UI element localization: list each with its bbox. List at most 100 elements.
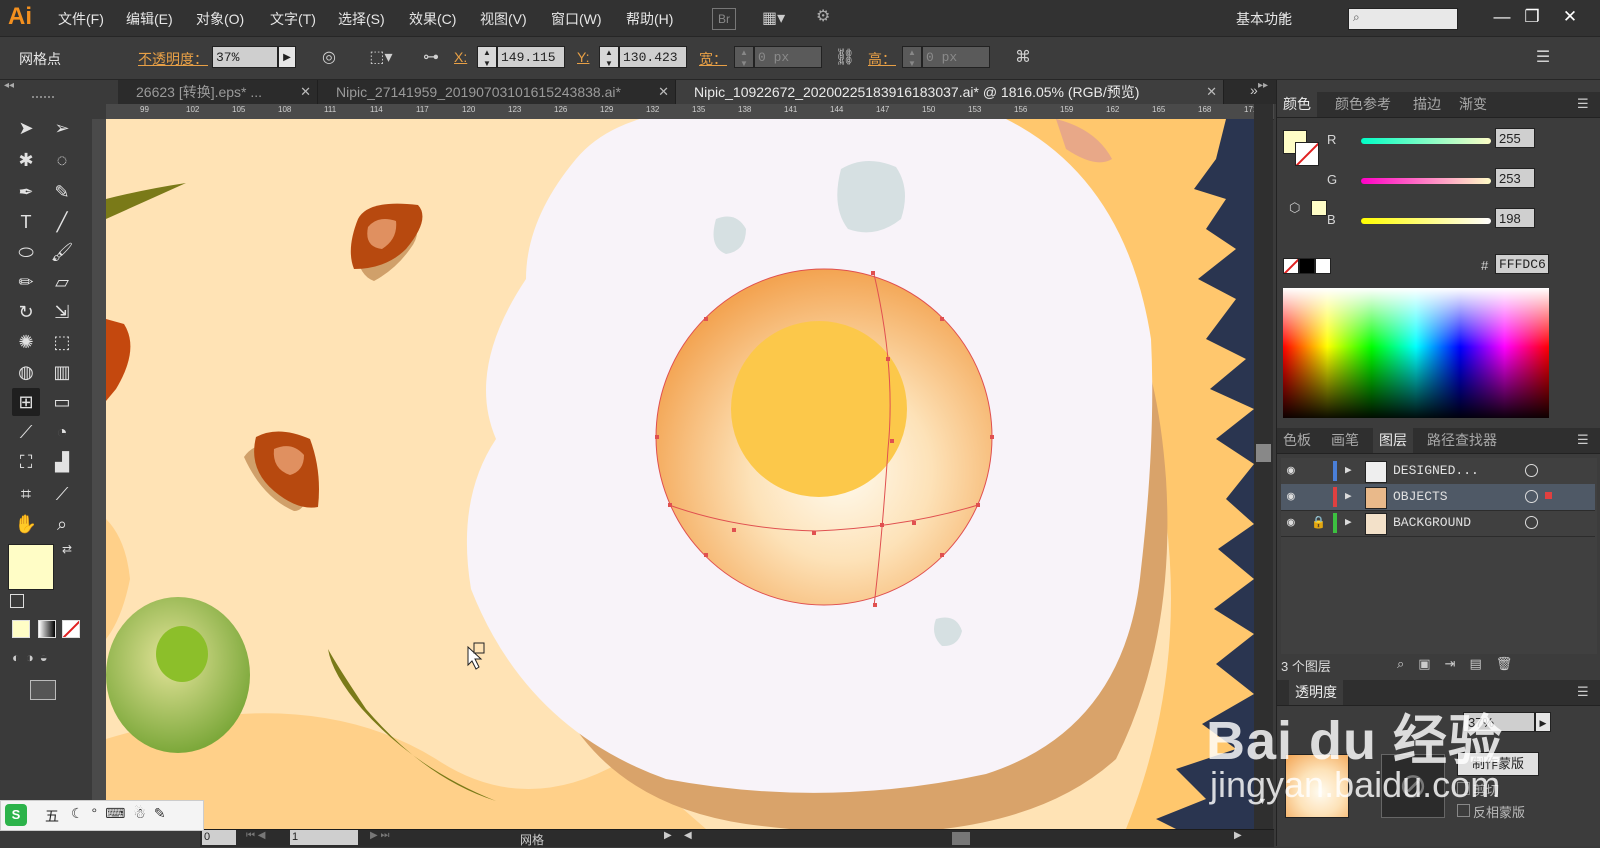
opacity-input[interactable]: 37%: [212, 46, 278, 68]
perspective-grid-tool-icon[interactable]: ▥: [48, 358, 76, 386]
ellipse-tool-icon[interactable]: ⬭: [12, 238, 40, 266]
opacity-arrow-button[interactable]: ▶: [278, 46, 296, 68]
menu-edit[interactable]: 编辑(E): [126, 9, 173, 29]
close-icon[interactable]: ✕: [658, 80, 669, 104]
link-proportions-icon[interactable]: ⛓: [834, 47, 856, 69]
menu-select[interactable]: 选择(S): [338, 9, 385, 29]
bridge-icon[interactable]: Br: [712, 8, 736, 30]
panel-menu-icon[interactable]: ☰: [1532, 47, 1554, 69]
draw-mode-icons[interactable]: ◐◑◒: [12, 650, 78, 665]
layer-row[interactable]: ◉ ▶ DESIGNED...: [1281, 458, 1595, 485]
artboard-number-field[interactable]: 1: [290, 830, 358, 845]
menu-effect[interactable]: 效果(C): [409, 9, 456, 29]
hex-input[interactable]: FFFDC6: [1495, 254, 1549, 274]
ime-toolbar[interactable]: S 五 ☾°⌨☃✎: [0, 800, 204, 831]
tabs-overflow-icon[interactable]: »: [1250, 82, 1258, 98]
visibility-eye-icon[interactable]: ◉: [1287, 515, 1295, 530]
panel-menu-icon[interactable]: ☰: [1577, 684, 1589, 700]
menu-help[interactable]: 帮助(H): [626, 9, 673, 29]
layer-name[interactable]: OBJECTS: [1393, 489, 1448, 504]
curvature-tool-icon[interactable]: ✎: [48, 178, 76, 206]
zoom-field[interactable]: 0: [202, 830, 236, 845]
expand-arrow-icon[interactable]: ▶: [1345, 463, 1352, 477]
zoom-tool-icon[interactable]: ⌕: [48, 510, 76, 538]
recolor-icon[interactable]: ◎: [318, 47, 340, 69]
artboard-canvas[interactable]: [106, 119, 1254, 829]
menu-object[interactable]: 对象(O): [196, 9, 244, 29]
panel-menu-icon[interactable]: ☰: [1577, 432, 1589, 448]
expand-arrow-icon[interactable]: ▶: [1345, 515, 1352, 529]
none-swatch[interactable]: [1283, 258, 1299, 274]
status-arrow-icon[interactable]: ▶: [664, 830, 672, 841]
opacity-label[interactable]: 不透明度：: [138, 49, 208, 69]
align-reference-icon[interactable]: ⬚▾: [366, 47, 396, 69]
arrange-documents-icon[interactable]: ▦▾: [762, 8, 794, 28]
layer-name[interactable]: DESIGNED...: [1393, 463, 1479, 478]
tab-document-2[interactable]: Nipic_27141959_20190703101615243838.ai* ✕: [318, 80, 676, 104]
tab-gradient[interactable]: 渐变: [1453, 92, 1493, 117]
pencil-tool-icon[interactable]: ✏: [12, 268, 40, 296]
tab-color[interactable]: 颜色: [1277, 92, 1317, 117]
hand-tool-icon[interactable]: ✋: [12, 510, 40, 538]
layer-target-icon[interactable]: [1525, 516, 1538, 529]
tab-pathfinder[interactable]: 路径查找器: [1421, 428, 1503, 453]
scroll-right-icon[interactable]: ▶: [1234, 830, 1242, 841]
pen-tool-icon[interactable]: ✒: [12, 178, 40, 206]
rotate-tool-icon[interactable]: ↻: [12, 298, 40, 326]
tab-document-1[interactable]: 26623 [转换].eps* ... ✕: [118, 80, 318, 104]
menu-type[interactable]: 文字(T): [270, 9, 316, 29]
slice-tool-icon[interactable]: ⟋: [48, 480, 76, 508]
tab-brushes[interactable]: 画笔: [1325, 428, 1365, 453]
close-icon[interactable]: ✕: [1556, 4, 1584, 30]
tab-stroke[interactable]: 描边: [1407, 92, 1447, 117]
paintbrush-tool-icon[interactable]: 🖌: [48, 238, 76, 266]
collapse-panels-icon[interactable]: ▸▸: [1258, 80, 1268, 91]
selection-indicator[interactable]: [1545, 492, 1552, 499]
artboard-tool-icon[interactable]: ⌗: [12, 480, 40, 508]
ime-tool-icons[interactable]: ☾°⌨☃✎: [71, 805, 174, 822]
transform-reference-icon[interactable]: ⊶: [420, 47, 442, 69]
tab-color-guide[interactable]: 颜色参考: [1329, 92, 1397, 117]
collapse-toolbox-icon[interactable]: ◂◂: [4, 80, 14, 91]
close-icon[interactable]: ✕: [1206, 80, 1217, 104]
b-input[interactable]: 198: [1495, 208, 1535, 228]
next-artboard-icon[interactable]: ▶ ⏭: [370, 830, 389, 841]
tab-layers[interactable]: 图层: [1373, 428, 1413, 453]
r-slider[interactable]: [1361, 138, 1491, 144]
chevron-down-icon[interactable]: ▾: [1282, 11, 1287, 22]
layer-row[interactable]: ◉ 🔒 ▶ BACKGROUND: [1281, 510, 1595, 537]
x-stepper[interactable]: ▲ ▼: [477, 46, 497, 68]
r-input[interactable]: 255: [1495, 128, 1535, 148]
out-of-gamut-icon[interactable]: ⬡: [1289, 200, 1300, 216]
toolbox-grip[interactable]: [32, 96, 54, 102]
menu-view[interactable]: 视图(V): [480, 9, 527, 29]
none-mode-icon[interactable]: [62, 620, 80, 638]
restore-icon[interactable]: ❐: [1518, 4, 1546, 30]
menu-file[interactable]: 文件(F): [58, 9, 104, 29]
search-input[interactable]: ⌕: [1348, 8, 1458, 30]
blend-tool-icon[interactable]: ◔: [48, 418, 76, 446]
default-colors-icon[interactable]: [10, 594, 24, 608]
color-mode-icon[interactable]: [12, 620, 30, 638]
sogou-logo-icon[interactable]: S: [5, 804, 27, 826]
lasso-tool-icon[interactable]: ◌: [48, 146, 76, 174]
line-tool-icon[interactable]: ╱: [48, 208, 76, 236]
g-slider[interactable]: [1361, 178, 1491, 184]
warp-tool-icon[interactable]: ✺: [12, 328, 40, 356]
layer-action-icons[interactable]: ⌕▣⇥▤🗑: [1397, 656, 1526, 672]
panel-stroke-swatch[interactable]: [1295, 142, 1319, 166]
close-icon[interactable]: ✕: [300, 80, 311, 104]
b-slider[interactable]: [1361, 218, 1491, 224]
magic-wand-tool-icon[interactable]: ✱: [12, 146, 40, 174]
scroll-left-icon[interactable]: ◀: [684, 830, 692, 841]
opacity-dropdown-icon[interactable]: ▶: [1535, 712, 1551, 732]
white-swatch[interactable]: [1315, 258, 1331, 274]
prev-artboard-icon[interactable]: ⏮ ◀: [246, 830, 265, 841]
menu-window[interactable]: 窗口(W): [551, 9, 602, 29]
gradient-mode-icon[interactable]: [38, 620, 56, 638]
gpu-performance-icon[interactable]: ⚙: [816, 6, 842, 28]
lock-icon[interactable]: 🔒: [1311, 515, 1326, 530]
scale-tool-icon[interactable]: ⇲: [48, 298, 76, 326]
gradient-tool-icon[interactable]: ▭: [48, 388, 76, 416]
eyedropper-tool-icon[interactable]: ⟋: [12, 418, 40, 446]
